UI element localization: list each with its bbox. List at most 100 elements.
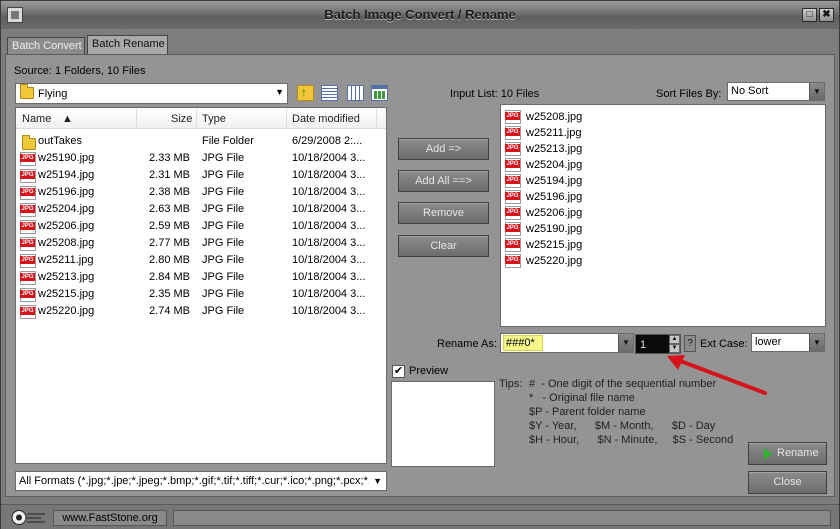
folder-select-value: Flying [38, 88, 68, 100]
chevron-down-icon[interactable]: ▼ [275, 87, 284, 97]
status-field [173, 510, 831, 526]
tips-label: Tips: [499, 378, 523, 390]
table-row[interactable]: w25196.jpg 2.38 MB JPG File 10/18/2004 3... [16, 184, 386, 201]
input-file-name: w25211.jpg [526, 127, 582, 139]
list-item[interactable]: w25220.jpg [505, 253, 805, 269]
list-item[interactable]: w25194.jpg [505, 173, 805, 189]
chevron-down-icon[interactable]: ▼ [809, 83, 824, 100]
thumbnail-view-icon[interactable] [371, 85, 388, 101]
file-type: JPG File [202, 271, 245, 283]
list-item[interactable]: w25213.jpg [505, 141, 805, 157]
sort-files-value: No Sort [731, 85, 769, 97]
batch-rename-window: Batch Image Convert / Rename □ ✖ Batch C… [0, 0, 840, 529]
table-row[interactable]: w25204.jpg 2.63 MB JPG File 10/18/2004 3... [16, 201, 386, 218]
file-date: 10/18/2004 3... [292, 203, 366, 215]
jpg-file-icon [20, 288, 36, 302]
remove-button[interactable]: Remove [398, 202, 489, 224]
tab-batch-rename[interactable]: Batch Rename [87, 35, 168, 55]
col-size[interactable]: Size [171, 113, 192, 125]
folder-up-icon[interactable] [297, 85, 314, 101]
add-button[interactable]: Add => [398, 138, 489, 160]
input-file-name: w25213.jpg [526, 143, 583, 155]
sort-ascending-icon: ▲ [62, 113, 73, 125]
file-name: w25190.jpg [38, 152, 95, 164]
clear-button[interactable]: Clear [398, 235, 489, 257]
details-view-icon[interactable] [321, 85, 338, 101]
file-type: JPG File [202, 203, 245, 215]
rename-button[interactable]: Rename [748, 442, 827, 465]
file-type: JPG File [202, 186, 245, 198]
input-file-name: w25190.jpg [526, 223, 583, 235]
start-number-value[interactable]: 1 [640, 339, 646, 351]
list-item[interactable]: w25215.jpg [505, 237, 805, 253]
website-link[interactable]: www.FastStone.org [53, 510, 167, 526]
table-row[interactable]: w25190.jpg 2.33 MB JPG File 10/18/2004 3... [16, 150, 386, 167]
jpg-file-icon [505, 174, 521, 188]
ext-case-label: Ext Case: [700, 338, 748, 350]
format-filter-select[interactable]: All Formats (*.jpg;*.jpe;*.jpeg;*.bmp;*.… [15, 471, 387, 491]
file-size: 2.38 MB [149, 186, 190, 198]
table-row[interactable]: w25220.jpg 2.74 MB JPG File 10/18/2004 3... [16, 303, 386, 320]
folder-icon [20, 84, 34, 102]
tip-line: $H - Hour, $N - Minute, $S - Second [529, 434, 734, 446]
add-all-button[interactable]: Add All ==> [398, 170, 489, 192]
file-date: 10/18/2004 3... [292, 288, 366, 300]
chevron-down-icon[interactable]: ▼ [618, 334, 633, 352]
file-size: 2.77 MB [149, 237, 190, 249]
file-date: 10/18/2004 3... [292, 254, 366, 266]
stepper-up-icon[interactable]: ▲ [669, 335, 680, 344]
list-item[interactable]: w25196.jpg [505, 189, 805, 205]
list-item[interactable]: w25206.jpg [505, 205, 805, 221]
restore-button[interactable]: □ [802, 8, 817, 22]
rename-pattern-select[interactable]: ###0* ▼ [500, 333, 634, 353]
jpg-file-icon [20, 169, 36, 183]
list-item[interactable]: w25208.jpg [505, 109, 805, 125]
list-view-icon[interactable] [347, 85, 364, 101]
input-file-name: w25204.jpg [526, 159, 583, 171]
folder-select[interactable]: Flying ▼ [15, 83, 288, 104]
table-row[interactable]: w25194.jpg 2.31 MB JPG File 10/18/2004 3... [16, 167, 386, 184]
rename-pattern-value[interactable]: ###0* [503, 335, 543, 351]
jpg-file-icon [20, 305, 36, 319]
col-date-modified[interactable]: Date modified [292, 113, 360, 125]
jpg-file-icon [505, 206, 521, 220]
col-type[interactable]: Type [202, 113, 226, 125]
file-name: w25206.jpg [38, 220, 95, 232]
file-size: 2.63 MB [149, 203, 190, 215]
file-type: JPG File [202, 152, 245, 164]
list-item[interactable]: w25204.jpg [505, 157, 805, 173]
table-row[interactable]: w25208.jpg 2.77 MB JPG File 10/18/2004 3... [16, 235, 386, 252]
input-file-list[interactable]: w25208.jpg w25211.jpg w25213.jpg w25204.jpg… [500, 104, 826, 327]
col-name[interactable]: Name [22, 113, 51, 125]
preview-checkbox[interactable]: ✔ [392, 365, 405, 378]
jpg-file-icon [505, 190, 521, 204]
table-row[interactable]: w25206.jpg 2.59 MB JPG File 10/18/2004 3... [16, 218, 386, 235]
help-button[interactable]: ? [684, 335, 696, 352]
title-bar[interactable]: Batch Image Convert / Rename □ ✖ [1, 1, 839, 29]
tab-batch-convert[interactable]: Batch Convert [7, 37, 85, 55]
close-button[interactable]: Close [748, 471, 827, 494]
play-icon [764, 448, 772, 460]
source-file-list[interactable]: Name ▲ Size Type Date modified outTakes F… [15, 107, 387, 464]
table-row[interactable]: w25211.jpg 2.80 MB JPG File 10/18/2004 3... [16, 252, 386, 269]
table-row[interactable]: w25213.jpg 2.84 MB JPG File 10/18/2004 3... [16, 269, 386, 286]
file-type: JPG File [202, 254, 245, 266]
table-row[interactable]: w25215.jpg 2.35 MB JPG File 10/18/2004 3... [16, 286, 386, 303]
ext-case-select[interactable]: lower ▼ [751, 333, 825, 352]
tip-line: $P - Parent folder name [529, 406, 646, 418]
sort-files-select[interactable]: No Sort ▼ [727, 82, 825, 101]
close-window-button[interactable]: ✖ [819, 8, 834, 22]
input-file-name: w25215.jpg [526, 239, 583, 251]
jpg-file-icon [20, 186, 36, 200]
sort-files-label: Sort Files By: [656, 88, 722, 100]
rename-as-label: Rename As: [437, 338, 497, 350]
tip-line: * - Original file name [529, 392, 635, 404]
file-date: 10/18/2004 3... [292, 271, 366, 283]
list-item[interactable]: w25190.jpg [505, 221, 805, 237]
file-name: w25220.jpg [38, 305, 95, 317]
file-name: w25194.jpg [38, 169, 95, 181]
list-item[interactable]: w25211.jpg [505, 125, 805, 141]
table-row[interactable]: outTakes File Folder 6/29/2008 2:... [16, 133, 386, 150]
chevron-down-icon[interactable]: ▼ [809, 334, 824, 351]
chevron-down-icon[interactable]: ▼ [373, 476, 382, 486]
